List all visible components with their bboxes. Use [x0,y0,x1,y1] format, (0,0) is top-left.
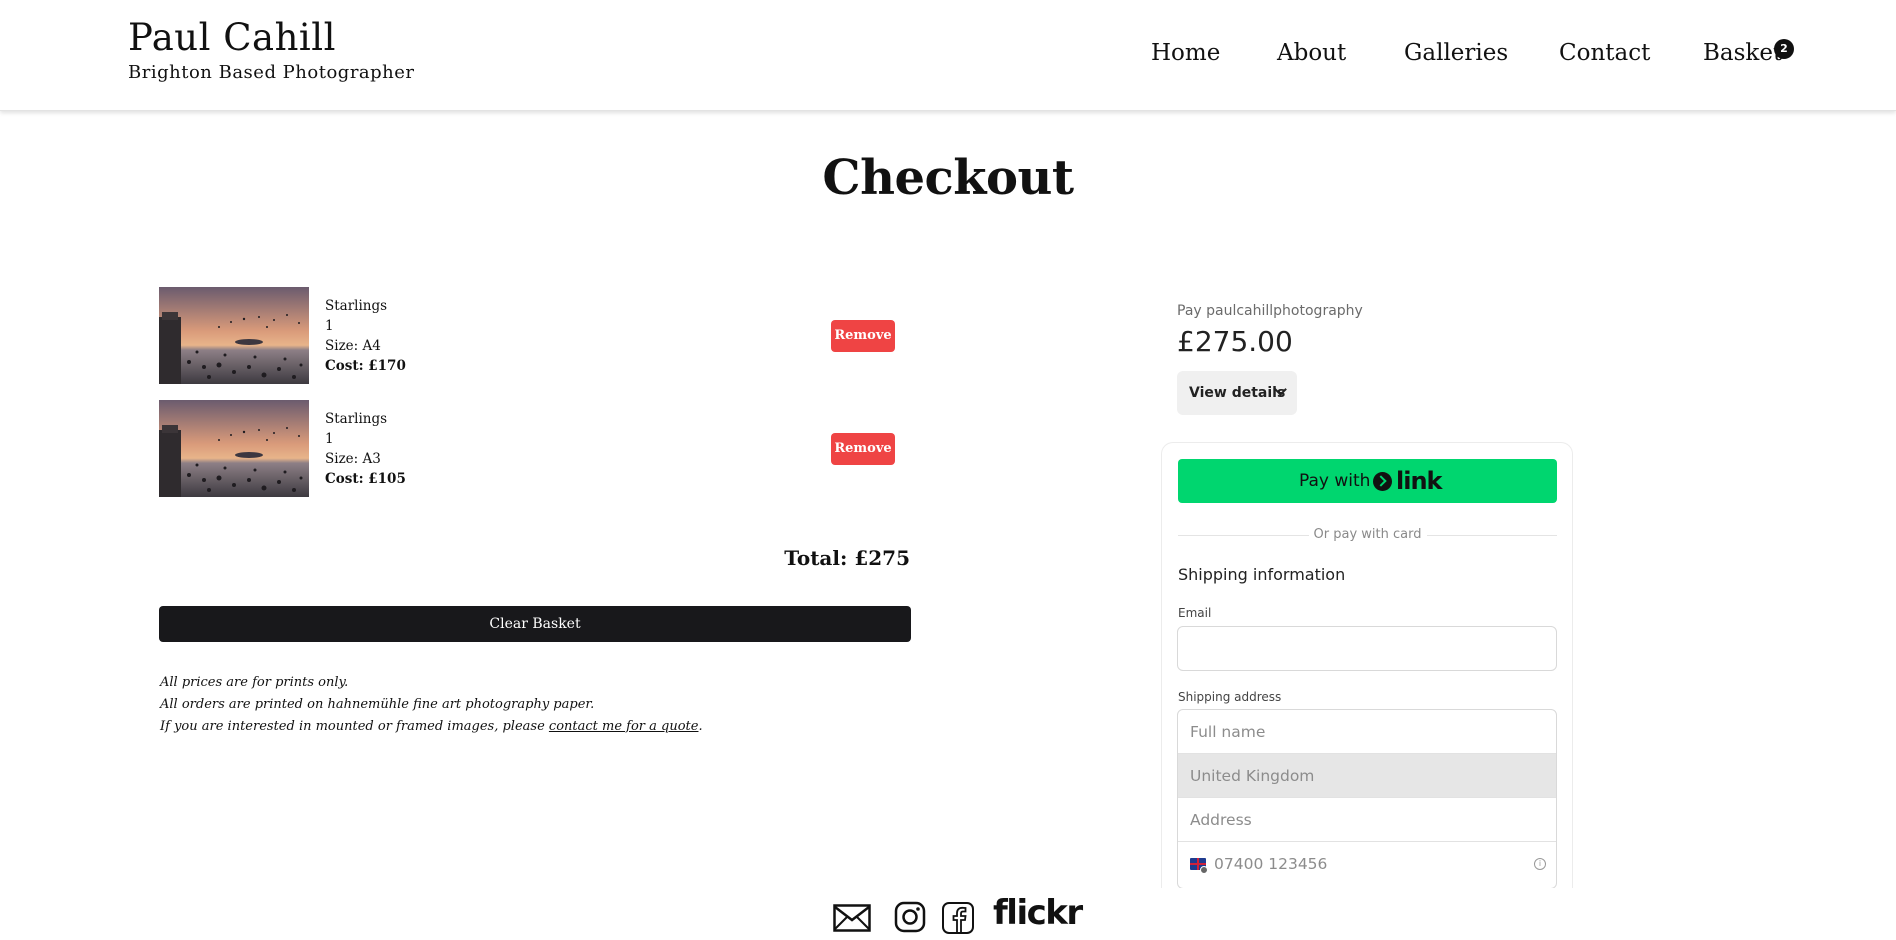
item-cost: Cost: £170 [325,358,406,374]
pay-amount: £275.00 [1177,325,1293,358]
basket-item: Starlings 1 Size: A4 Cost: £170 Remove [159,287,909,384]
page-title: Checkout [822,150,1074,206]
item-quantity: 1 [325,431,334,447]
item-name: Starlings [325,298,388,314]
item-details: Starlings 1 Size: A3 Cost: £105 [325,409,406,489]
remove-button[interactable]: Remove [831,433,895,465]
item-size: Size: A3 [325,451,381,467]
nav-galleries[interactable]: Galleries [1404,40,1508,66]
note-line: All orders are printed on hahnemühle fin… [160,697,595,712]
item-details: Starlings 1 Size: A4 Cost: £170 [325,296,406,376]
link-logo: link [1373,467,1468,495]
pay-with-link-button[interactable]: Pay with link [1178,459,1557,503]
note-line: All prices are for prints only. [160,675,349,690]
basket-item: Starlings 1 Size: A3 Cost: £105 Remove [159,400,909,497]
starlings-thumbnail [159,400,309,497]
email-label: Email [1178,606,1212,620]
item-quantity: 1 [325,318,334,334]
nav-home[interactable]: Home [1151,40,1220,66]
shipping-heading: Shipping information [1178,565,1346,584]
link-wordmark: link [1396,467,1442,495]
note-text: . [698,719,703,734]
item-cost: Cost: £105 [325,471,406,487]
nav-about[interactable]: About [1277,40,1346,66]
main-nav: Home About Galleries Contact Basket [0,40,1896,70]
site-header: Paul Cahill Brighton Based Photographer … [0,0,1896,111]
full-name-field[interactable]: Full name [1178,710,1556,754]
note-line: If you are interested in mounted or fram… [160,716,703,738]
flickr-icon[interactable]: flickr [993,893,1083,933]
basket-count-badge: 2 [1774,39,1794,59]
item-size: Size: A4 [325,338,381,354]
link-arrow-icon [1373,472,1392,491]
pay-recipient: Pay paulcahillphotography [1177,303,1363,319]
nav-basket[interactable]: Basket [1703,40,1782,66]
email-field[interactable] [1177,626,1557,671]
view-details-button[interactable]: View details [1177,371,1297,415]
shipping-address-label: Shipping address [1178,690,1282,704]
view-details-label: View details [1189,385,1286,401]
shipping-address-group: Full name United Kingdom Address 07400 1… [1177,709,1557,889]
starlings-thumbnail [159,287,309,384]
address-field[interactable]: Address [1178,798,1556,842]
facebook-icon[interactable] [941,901,975,939]
phone-field[interactable]: 07400 123456 i [1178,842,1556,886]
instagram-icon[interactable] [894,901,926,937]
site-footer: flickr [0,888,1896,940]
contact-quote-link[interactable]: contact me for a quote [549,719,699,734]
country-select[interactable]: United Kingdom [1178,754,1556,798]
item-name: Starlings [325,411,388,427]
basket-total: Total: £275 [784,546,910,570]
clear-basket-button[interactable]: Clear Basket [159,606,911,642]
nav-contact[interactable]: Contact [1559,40,1650,66]
note-text: If you are interested in mounted or fram… [160,719,549,734]
mail-icon[interactable] [833,904,871,936]
pay-with-label: Pay with [1299,471,1371,491]
phone-placeholder: 07400 123456 [1214,855,1328,873]
or-pay-with-card: Or pay with card [1313,527,1422,542]
flag-badge-icon [1200,866,1208,874]
remove-button[interactable]: Remove [831,320,895,352]
info-icon[interactable]: i [1534,858,1546,870]
pricing-notes: All prices are for prints only. All orde… [160,672,703,738]
